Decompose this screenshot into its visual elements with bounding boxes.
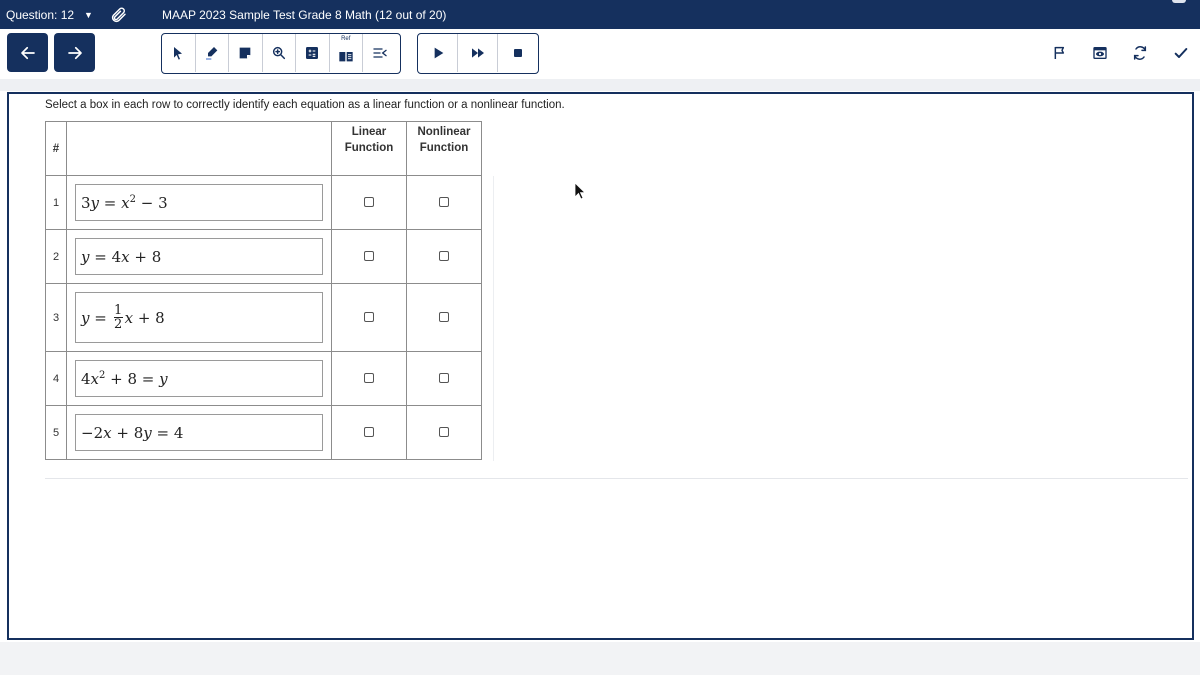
reference-label: Ref [341,36,351,42]
flag-icon [1054,46,1065,59]
row-number: 2 [45,229,67,284]
linear-cell [331,351,407,406]
question-prompt: Select a box in each row to correctly id… [45,99,565,111]
linear-checkbox[interactable] [364,312,374,323]
arrow-left-icon [20,46,35,59]
row-number: 4 [45,351,67,406]
top-tab-handle[interactable] [1172,0,1186,3]
tools-group: Ref [161,33,401,74]
reference-icon [339,52,353,62]
nonlinear-cell [406,405,482,460]
header-linear: Linear Function [331,121,407,176]
nonlinear-cell [406,229,482,284]
preview-button[interactable] [1090,43,1110,63]
highlighter-icon [205,47,218,60]
paperclip-icon[interactable] [110,6,128,24]
equation-box: 4x2 + 8 = y [75,360,323,397]
flag-button[interactable] [1050,43,1070,63]
calculator-icon [306,47,319,59]
zoom-tool[interactable] [263,34,296,72]
caret-down-icon: ▼ [84,10,93,20]
back-button[interactable] [7,33,48,72]
zoom-icon [272,46,285,60]
nonlinear-checkbox[interactable] [439,251,449,262]
fast-forward-icon [471,48,484,58]
media-group [417,33,539,74]
preview-icon [1093,47,1107,59]
nonlinear-checkbox[interactable] [439,312,449,323]
linear-checkbox[interactable] [364,251,374,262]
pointer-tool[interactable] [162,34,196,72]
stop-icon [514,49,522,57]
nonlinear-cell [406,175,482,230]
matching-table: # Linear Function Nonlinear Function 1 3… [45,121,482,460]
nonlinear-checkbox[interactable] [439,197,449,208]
nonlinear-cell [406,351,482,406]
toolbar-divider [0,79,1200,91]
arrow-right-icon [67,46,82,59]
mouse-cursor-icon [574,182,586,200]
row-number: 5 [45,405,67,460]
linear-checkbox[interactable] [364,373,374,384]
header-number: # [45,121,67,176]
fraction: 12 [113,303,123,332]
checkmark-button[interactable] [1171,43,1191,63]
row-number: 1 [45,175,67,230]
table-row: 2 y = 4x + 8 [45,229,482,284]
equation-box: 3y = x2 − 3 [75,184,323,221]
fast-forward-button[interactable] [458,34,498,72]
content-separator [45,478,1188,479]
question-selector[interactable]: Question: 12 ▼ [6,8,93,22]
table-row: 1 3y = x2 − 3 [45,175,482,230]
row-number: 3 [45,283,67,352]
stop-button[interactable] [498,34,538,72]
equation-box: −2 x + 8y = 4 [75,414,323,451]
calculator-tool[interactable] [296,34,330,72]
refresh-icon [1133,46,1147,60]
refresh-button[interactable] [1130,43,1150,63]
next-button[interactable] [54,33,95,72]
nonlinear-checkbox[interactable] [439,373,449,384]
highlighter-tool[interactable] [196,34,229,72]
linear-cell [331,405,407,460]
nonlinear-cell [406,283,482,352]
bottom-bar [0,642,1200,675]
linear-cell [331,283,407,352]
equation-cell: y = 12 x + 8 [66,283,332,352]
linear-checkbox[interactable] [364,197,374,208]
toolbar: Ref [0,29,1200,79]
table-row: 4 4x2 + 8 = y [45,351,482,406]
table-row: 3 y = 12 x + 8 [45,283,482,352]
header-equation [66,121,332,176]
sticky-note-icon [239,47,251,59]
top-bar: Question: 12 ▼ MAAP 2023 Sample Test Gra… [0,0,1200,29]
equation-cell: y = 4x + 8 [66,229,332,284]
nonlinear-checkbox[interactable] [439,427,449,438]
equation-cell: 4x2 + 8 = y [66,351,332,406]
header-nonlinear: Nonlinear Function [406,121,482,176]
equation-cell: −2 x + 8y = 4 [66,405,332,460]
equation-box: y = 12 x + 8 [75,292,323,343]
reference-tool[interactable]: Ref [330,34,363,72]
sticky-note-tool[interactable] [229,34,263,72]
linear-checkbox[interactable] [364,427,374,438]
equation-box: y = 4x + 8 [75,238,323,275]
pointer-icon [174,47,183,60]
equation-cell: 3y = x2 − 3 [66,175,332,230]
linear-cell [331,175,407,230]
play-icon [434,47,443,59]
line-reader-tool[interactable] [363,34,397,72]
column-divider [493,176,494,461]
question-label: Question: 12 [6,8,75,22]
table-row: 5 −2 x + 8y = 4 [45,405,482,460]
line-reader-icon [373,48,387,58]
test-title: MAAP 2023 Sample Test Grade 8 Math (12 o… [162,8,447,22]
play-button[interactable] [418,34,458,72]
question-panel: Select a box in each row to correctly id… [7,92,1194,640]
linear-cell [331,229,407,284]
checkmark-icon [1174,48,1188,58]
